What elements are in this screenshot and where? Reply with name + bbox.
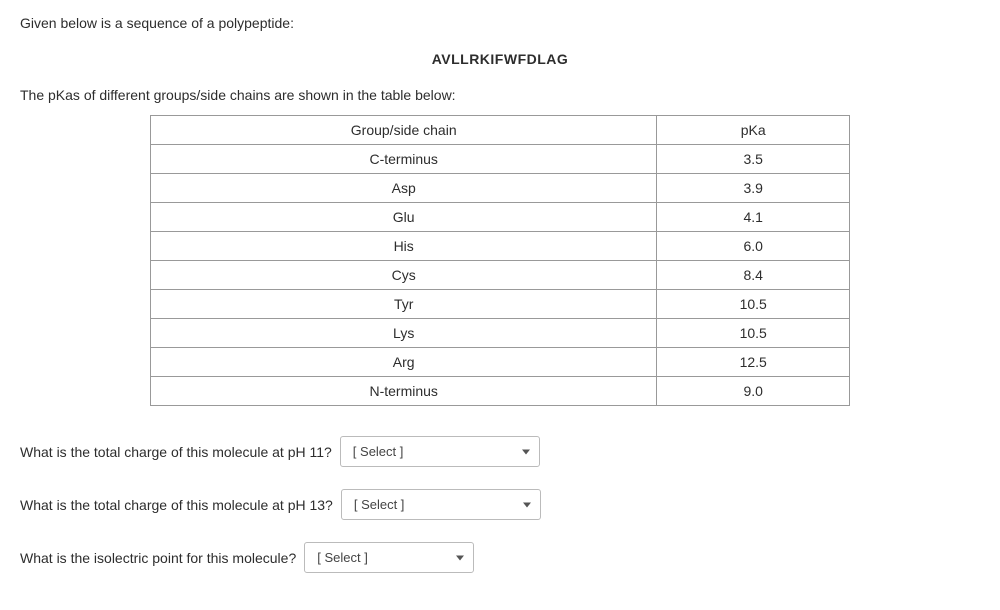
table-row: Cys8.4 (151, 261, 850, 290)
table-row: Arg12.5 (151, 348, 850, 377)
header-pka: pKa (657, 116, 850, 145)
cell-pka: 3.5 (657, 145, 850, 174)
cell-group: N-terminus (151, 377, 657, 406)
table-row: Tyr10.5 (151, 290, 850, 319)
cell-pka: 8.4 (657, 261, 850, 290)
table-row: C-terminus3.5 (151, 145, 850, 174)
cell-group: Arg (151, 348, 657, 377)
cell-group: Asp (151, 174, 657, 203)
table-intro-text: The pKas of different groups/side chains… (20, 87, 980, 103)
question-row-ph11: What is the total charge of this molecul… (20, 436, 980, 467)
select-ph13[interactable]: [ Select ] (341, 489, 541, 520)
cell-pka: 3.9 (657, 174, 850, 203)
cell-group: Cys (151, 261, 657, 290)
pka-table: Group/side chain pKa C-terminus3.5 Asp3.… (150, 115, 850, 406)
table-row: Asp3.9 (151, 174, 850, 203)
cell-pka: 6.0 (657, 232, 850, 261)
polypeptide-sequence: AVLLRKIFWFDLAG (20, 51, 980, 67)
cell-pka: 10.5 (657, 319, 850, 348)
table-row: N-terminus9.0 (151, 377, 850, 406)
cell-group: C-terminus (151, 145, 657, 174)
cell-group: Glu (151, 203, 657, 232)
select-ph11[interactable]: [ Select ] (340, 436, 540, 467)
question-text-ph11: What is the total charge of this molecul… (20, 444, 332, 460)
cell-group: Tyr (151, 290, 657, 319)
cell-group: His (151, 232, 657, 261)
header-group: Group/side chain (151, 116, 657, 145)
cell-group: Lys (151, 319, 657, 348)
cell-pka: 10.5 (657, 290, 850, 319)
table-header-row: Group/side chain pKa (151, 116, 850, 145)
question-row-isoelectric: What is the isolectric point for this mo… (20, 542, 980, 573)
cell-pka: 9.0 (657, 377, 850, 406)
table-row: Lys10.5 (151, 319, 850, 348)
select-isoelectric[interactable]: [ Select ] (304, 542, 474, 573)
cell-pka: 4.1 (657, 203, 850, 232)
question-row-ph13: What is the total charge of this molecul… (20, 489, 980, 520)
question-text-ph13: What is the total charge of this molecul… (20, 497, 333, 513)
table-row: Glu4.1 (151, 203, 850, 232)
cell-pka: 12.5 (657, 348, 850, 377)
question-text-isoelectric: What is the isolectric point for this mo… (20, 550, 296, 566)
table-row: His6.0 (151, 232, 850, 261)
intro-text: Given below is a sequence of a polypepti… (20, 15, 980, 31)
